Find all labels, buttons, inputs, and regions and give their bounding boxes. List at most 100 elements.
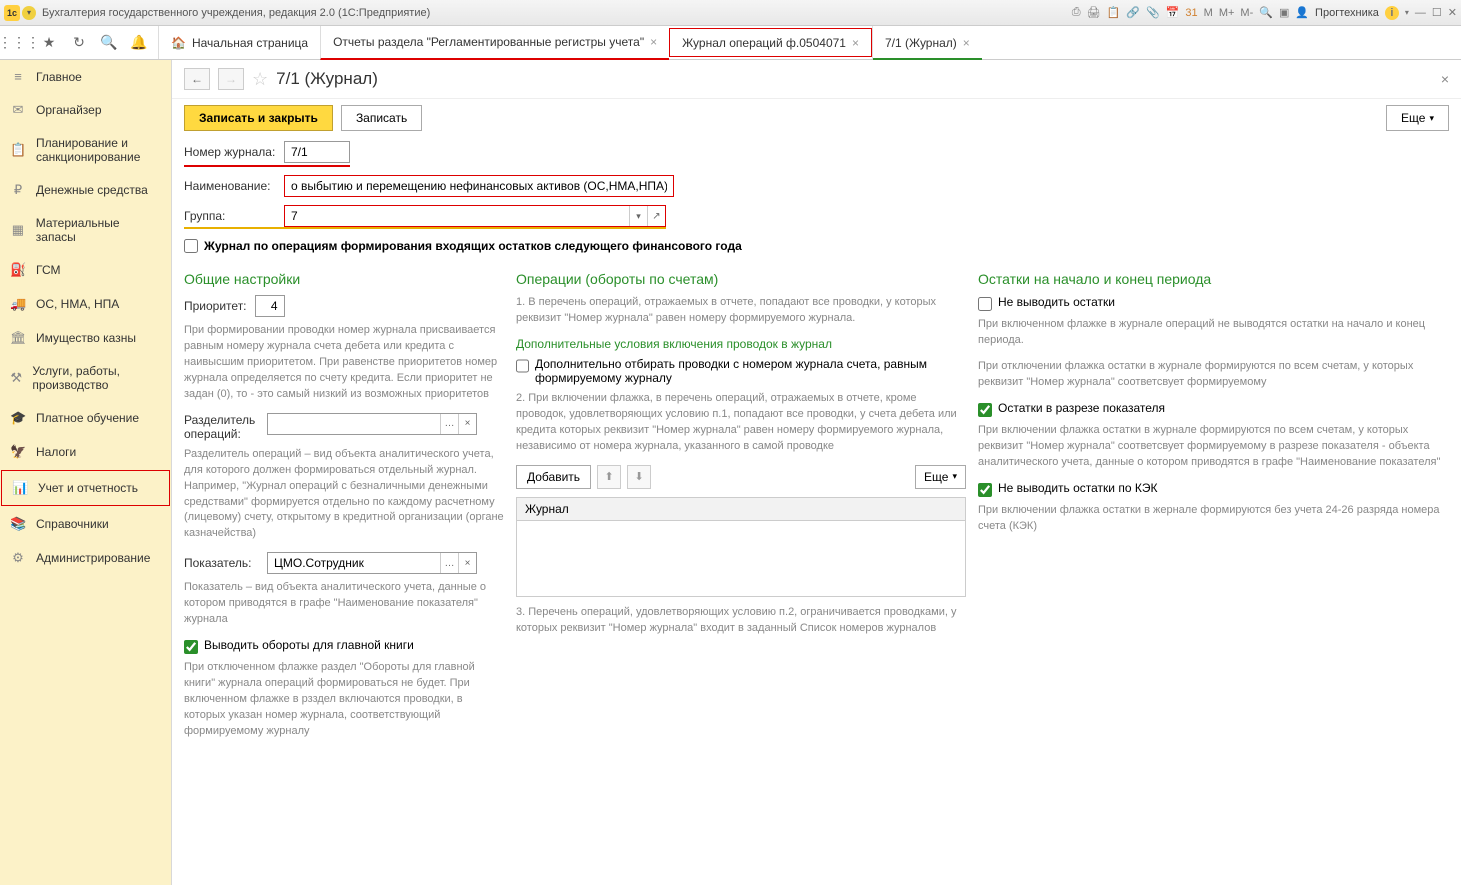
maximize-icon[interactable]: ☐ <box>1432 6 1442 19</box>
sidebar-item-label: Органайзер <box>36 103 102 117</box>
tab-label: Начальная страница <box>192 36 308 50</box>
move-up-icon[interactable]: ⬆ <box>597 465 621 489</box>
open-icon[interactable]: ↗ <box>647 206 665 226</box>
attach-icon[interactable]: 📎 <box>1146 6 1160 19</box>
extra-filter-checkbox[interactable] <box>516 359 529 373</box>
m-minus-icon[interactable]: M- <box>1240 7 1253 19</box>
calendar-icon[interactable]: 📅 <box>1166 6 1180 19</box>
tab-journal-ops[interactable]: Журнал операций ф.0504071 × <box>669 28 872 57</box>
name-input[interactable] <box>284 175 674 197</box>
m-plus-icon[interactable]: M+ <box>1219 7 1235 19</box>
history-icon[interactable]: ↻ <box>66 30 92 56</box>
sidebar-item-admin[interactable]: ⚙Администрирование <box>0 541 171 575</box>
search-icon[interactable]: 🔍 <box>96 30 122 56</box>
topbar: ⋮⋮⋮ ★ ↻ 🔍 🔔 🏠 Начальная страница Отчеты … <box>0 26 1461 60</box>
sidebar-item-education[interactable]: 🎓Платное обучение <box>0 401 171 435</box>
sidebar-item-services[interactable]: ⚒Услуги, работы, производство <box>0 355 171 401</box>
tab-label: Журнал операций ф.0504071 <box>682 36 846 50</box>
user-label[interactable]: Прогтехника <box>1315 7 1379 19</box>
ellipsis-icon[interactable]: … <box>440 414 458 434</box>
minimize-icon[interactable]: — <box>1415 7 1426 19</box>
tools-icon: ⚒ <box>10 370 22 386</box>
info-dd-icon[interactable]: ▾ <box>1405 8 1409 17</box>
group-input[interactable] <box>285 206 629 226</box>
gb-help: При отключенном флажке раздел "Обороты д… <box>184 660 504 740</box>
save-button[interactable]: Записать <box>341 105 422 131</box>
sidebar-item-materials[interactable]: ▦Материальные запасы <box>0 207 171 253</box>
back-button[interactable]: ← <box>184 68 210 90</box>
m-icon[interactable]: M <box>1204 7 1213 19</box>
operations-column: Операции (обороты по счетам) 1. В перече… <box>516 271 966 750</box>
ops-p1: 1. В перечень операций, отражаемых в отч… <box>516 295 966 327</box>
close-window-icon[interactable]: ✕ <box>1448 6 1457 19</box>
separator-input[interactable] <box>268 414 440 434</box>
notify-icon[interactable]: 🔔 <box>126 30 152 56</box>
priority-label: Приоритет: <box>184 299 247 313</box>
sidebar-item-fuel[interactable]: ⛽ГСМ <box>0 253 171 287</box>
print-preview-icon[interactable]: 🖨 <box>1087 6 1101 19</box>
gb-turnover-label: Выводить обороты для главной книги <box>204 638 414 652</box>
app-menu-icon[interactable]: ▾ <box>22 6 36 20</box>
close-icon[interactable]: × <box>852 36 859 50</box>
print-icon[interactable]: ⎙ <box>1072 6 1081 19</box>
sidebar-item-label: Главное <box>36 70 82 84</box>
truck-icon: 🚚 <box>10 296 26 312</box>
date-icon[interactable]: 31 <box>1185 7 1197 19</box>
sidebar-item-main[interactable]: ≡Главное <box>0 60 171 93</box>
zoom-icon[interactable]: 🔍 <box>1259 6 1273 19</box>
more-button[interactable]: Еще <box>915 465 966 489</box>
ruble-icon: ₽ <box>10 182 26 198</box>
sidebar-item-accounting[interactable]: 📊Учет и отчетность <box>1 470 170 506</box>
apps-icon[interactable]: ⋮⋮⋮ <box>6 30 32 56</box>
close-icon[interactable]: × <box>963 36 970 50</box>
add-button[interactable]: Добавить <box>516 465 591 489</box>
more-button[interactable]: Еще <box>1386 105 1449 131</box>
clipboard-icon[interactable]: 📋 <box>1107 6 1121 19</box>
sidebar-item-organizer[interactable]: ✉Органайзер <box>0 93 171 127</box>
favorite-icon[interactable]: ☆ <box>252 69 268 90</box>
clear-icon[interactable]: × <box>458 414 476 434</box>
indicator-balances-label: Остатки в разрезе показателя <box>998 401 1165 415</box>
sidebar-item-taxes[interactable]: 🦅Налоги <box>0 435 171 469</box>
tab-reports[interactable]: Отчеты раздела "Регламентированные регис… <box>320 26 669 60</box>
close-icon[interactable]: × <box>1441 71 1449 87</box>
ellipsis-icon[interactable]: … <box>440 553 458 573</box>
gb-turnover-checkbox[interactable] <box>184 640 198 654</box>
forward-button[interactable]: → <box>218 68 244 90</box>
journal-number-input[interactable] <box>284 141 350 163</box>
info-icon[interactable]: i <box>1385 6 1399 20</box>
indicator-label: Показатель: <box>184 556 259 570</box>
sidebar-item-label: Администрирование <box>36 551 150 565</box>
page-title: 7/1 (Журнал) <box>276 69 378 89</box>
close-icon[interactable]: × <box>650 35 657 49</box>
sidebar-item-planning[interactable]: 📋Планирование и санкционирование <box>0 127 171 173</box>
favorites-icon[interactable]: ★ <box>36 30 62 56</box>
sidebar-item-directories[interactable]: 📚Справочники <box>0 507 171 541</box>
clear-icon[interactable]: × <box>458 553 476 573</box>
sidebar-item-treasury[interactable]: 🏛Имущество казны <box>0 321 171 355</box>
sidebar-item-fixed-assets[interactable]: 🚚ОС, НМА, НПА <box>0 287 171 321</box>
indicator-help: Показатель – вид объекта аналитического … <box>184 580 504 628</box>
sidebar-item-money[interactable]: ₽Денежные средства <box>0 173 171 207</box>
ops-p3: 3. Перечень операций, удовлетворяющих ус… <box>516 605 966 637</box>
separator-label: Разделитель операций: <box>184 413 259 441</box>
tab-home[interactable]: 🏠 Начальная страница <box>158 26 320 59</box>
indicator-input[interactable] <box>268 553 440 573</box>
sidebar-item-label: Учет и отчетность <box>38 481 138 495</box>
extra-filter-label: Дополнительно отбирать проводки с номеро… <box>535 357 966 385</box>
book-icon: 📚 <box>10 516 26 532</box>
panels-icon[interactable]: ▣ <box>1279 6 1289 19</box>
journals-table[interactable]: Журнал <box>516 497 966 597</box>
hide-kek-checkbox[interactable] <box>978 483 992 497</box>
dropdown-icon[interactable]: ▾ <box>629 206 647 226</box>
incoming-balances-label: Журнал по операциям формирования входящи… <box>204 239 742 253</box>
link-icon[interactable]: 🔗 <box>1126 6 1140 19</box>
move-down-icon[interactable]: ⬇ <box>627 465 651 489</box>
hide-balances-checkbox[interactable] <box>978 297 992 311</box>
indicator-balances-checkbox[interactable] <box>978 403 992 417</box>
priority-input[interactable] <box>255 295 285 317</box>
incoming-balances-checkbox[interactable] <box>184 239 198 253</box>
tab-journal-71[interactable]: 7/1 (Журнал) × <box>872 26 982 59</box>
save-close-button[interactable]: Записать и закрыть <box>184 105 333 131</box>
app-logo-icon: 1c <box>4 5 20 21</box>
